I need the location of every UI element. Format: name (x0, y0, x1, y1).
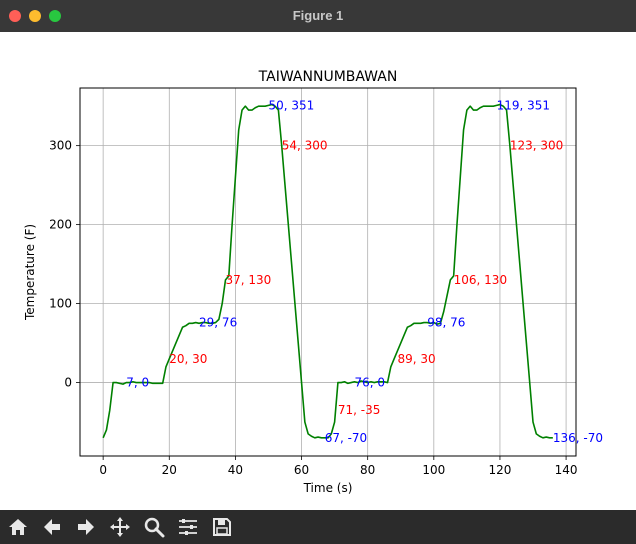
home-button[interactable] (3, 513, 33, 541)
configure-subplots-icon (179, 519, 197, 535)
forward-button[interactable] (71, 513, 101, 541)
y-tick-label: 200 (49, 218, 72, 232)
x-tick-label: 80 (360, 463, 375, 477)
x-tick-label: 20 (162, 463, 177, 477)
data-point-annotation: 54, 300 (282, 139, 328, 153)
pan-icon (110, 517, 130, 537)
x-tick-label: 100 (422, 463, 445, 477)
figure-canvas: 0 20 40 60 80 100 120 140 0 100 200 300 7, 0 20, 30 2… (0, 32, 636, 510)
y-tick-label: 300 (49, 139, 72, 153)
pan-button[interactable] (105, 513, 135, 541)
data-point-annotation: 123, 300 (510, 139, 563, 153)
data-point-annotation: 67, -70 (325, 431, 368, 445)
y-tick-label: 100 (49, 297, 72, 311)
temperature-series-line (102, 103, 553, 439)
back-button[interactable] (37, 513, 67, 541)
chart-title: TAIWANNUMBAWAN (258, 69, 398, 85)
data-point-annotation: 37, 130 (225, 273, 271, 287)
y-axis-label: Temperature (F) (23, 224, 37, 321)
data-point-annotation: 119, 351 (497, 98, 550, 112)
x-tick-label: 0 (99, 463, 107, 477)
x-tick-label: 40 (228, 463, 243, 477)
y-tick-label: 0 (64, 376, 72, 390)
back-arrow-icon (44, 519, 60, 535)
save-button[interactable] (207, 513, 237, 541)
data-point-annotation: 89, 30 (397, 352, 435, 366)
data-point-annotation: 7, 0 (126, 376, 149, 390)
x-tick-label: 140 (555, 463, 578, 477)
zoom-button[interactable] (139, 513, 169, 541)
x-axis-label: Time (s) (303, 481, 353, 495)
data-point-annotation: 136, -70 (553, 431, 603, 445)
forward-arrow-icon (78, 519, 94, 535)
save-icon (213, 518, 231, 536)
data-point-annotation: 71, -35 (338, 403, 381, 417)
data-point-annotation: 29, 76 (199, 316, 237, 330)
data-point-annotation: 98, 76 (427, 316, 465, 330)
data-point-annotation: 50, 351 (268, 98, 314, 112)
line-chart: 0 20 40 60 80 100 120 140 0 100 200 300 7, 0 20, 30 2… (23, 69, 603, 495)
zoom-magnifier-icon (144, 517, 165, 538)
home-icon (9, 519, 27, 535)
data-point-annotation: 106, 130 (454, 273, 507, 287)
window-title: Figure 1 (292, 8, 344, 23)
data-point-annotation: 76, 0 (354, 376, 385, 390)
navigation-toolbar (0, 510, 636, 544)
x-tick-label: 120 (488, 463, 511, 477)
configure-subplots-button[interactable] (173, 513, 203, 541)
x-tick-label: 60 (294, 463, 309, 477)
window-titlebar: Figure 1 (0, 0, 636, 33)
data-point-annotation: 20, 30 (169, 352, 207, 366)
